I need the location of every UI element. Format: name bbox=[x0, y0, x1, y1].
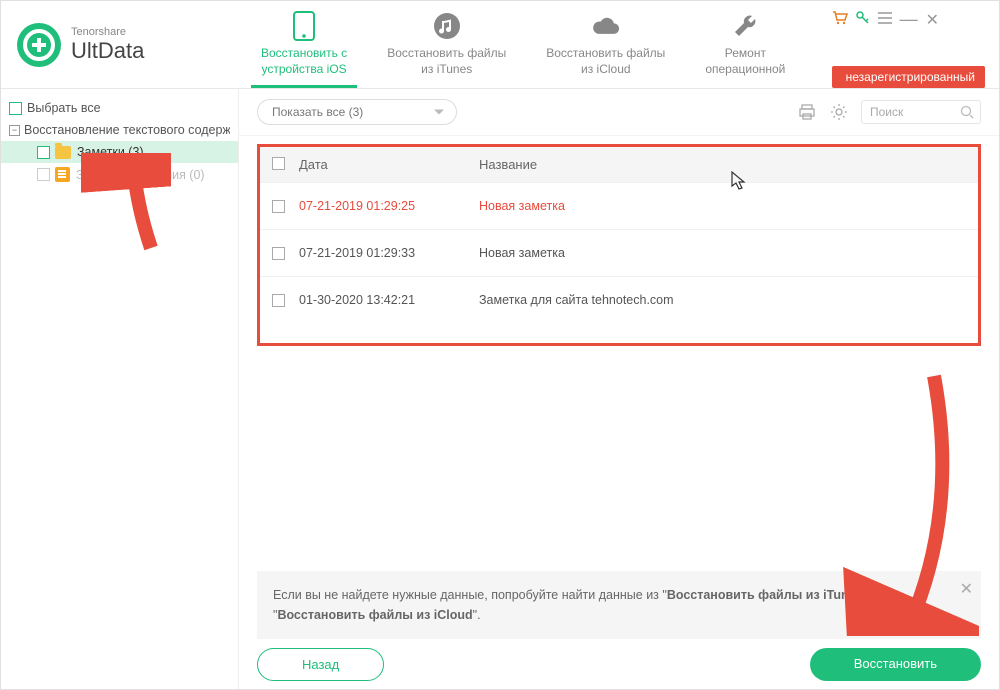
recover-button[interactable]: Восстановить bbox=[810, 648, 981, 681]
checkbox[interactable] bbox=[37, 146, 50, 159]
minimize-icon[interactable]: — bbox=[900, 9, 918, 30]
checkbox[interactable] bbox=[9, 102, 22, 115]
sidebar-select-all[interactable]: Выбрать все bbox=[1, 97, 238, 119]
sidebar: Выбрать все − Восстановление текстового … bbox=[1, 89, 239, 689]
filter-dropdown[interactable]: Показать все (3) bbox=[257, 99, 457, 125]
phone-icon bbox=[290, 12, 318, 40]
brand-company: Tenorshare bbox=[71, 26, 144, 38]
tab-label: Восстановить файлы из iCloud bbox=[546, 46, 665, 77]
sidebar-label: Выбрать все bbox=[27, 101, 101, 115]
music-icon bbox=[433, 12, 461, 40]
tab-recover-ios[interactable]: Восстановить с устройства iOS bbox=[241, 1, 367, 88]
col-header-date[interactable]: Дата bbox=[299, 157, 479, 172]
brand-product: UltData bbox=[71, 38, 144, 64]
hint-link-itunes[interactable]: Восстановить файлы из iTunes bbox=[667, 588, 863, 602]
hint-banner: ✕ Если вы не найдете нужные данные, попр… bbox=[257, 571, 981, 639]
tab-recover-icloud[interactable]: Восстановить файлы из iCloud bbox=[526, 1, 685, 88]
gear-icon[interactable] bbox=[829, 102, 849, 122]
close-icon[interactable]: ✕ bbox=[926, 10, 939, 30]
search-icon bbox=[960, 105, 974, 119]
sidebar-group-text[interactable]: − Восстановление текстового содержимо bbox=[1, 119, 238, 141]
menu-icon[interactable] bbox=[878, 12, 892, 27]
col-header-title[interactable]: Название bbox=[479, 157, 966, 172]
cell-title: Заметка для сайта tehnotech.com bbox=[479, 293, 966, 307]
cell-title: Новая заметка bbox=[479, 246, 966, 260]
sidebar-label: Восстановление текстового содержимо bbox=[24, 123, 230, 137]
checkbox-all[interactable] bbox=[272, 157, 285, 170]
cell-title: Новая заметка bbox=[479, 199, 966, 213]
sidebar-label: Заметки Вложения (0) bbox=[76, 168, 205, 182]
back-button[interactable]: Назад bbox=[257, 648, 384, 681]
hint-text: Если вы не найдете нужные данные, попроб… bbox=[273, 588, 667, 602]
logo-icon bbox=[17, 23, 61, 67]
sidebar-item-attachments[interactable]: Заметки Вложения (0) bbox=[1, 163, 238, 186]
tab-recover-itunes[interactable]: Восстановить файлы из iTunes bbox=[367, 1, 526, 88]
sidebar-label: Заметки (3) bbox=[77, 145, 144, 159]
cart-icon[interactable] bbox=[832, 11, 848, 28]
cell-date: 07-21-2019 01:29:33 bbox=[299, 246, 479, 260]
tab-label: Ремонт операционной bbox=[705, 46, 785, 77]
folder-icon bbox=[55, 146, 71, 159]
checkbox[interactable] bbox=[272, 247, 285, 260]
dropdown-label: Показать все (3) bbox=[272, 105, 363, 119]
results-table: Дата Название 07-21-2019 01:29:25 Новая … bbox=[257, 144, 981, 346]
cloud-icon bbox=[592, 12, 620, 40]
tab-repair-os[interactable]: Ремонт операционной bbox=[685, 1, 805, 88]
search-input[interactable]: Поиск bbox=[861, 100, 981, 124]
tab-label: Восстановить с устройства iOS bbox=[261, 46, 347, 77]
close-icon[interactable]: ✕ bbox=[960, 577, 973, 603]
search-placeholder: Поиск bbox=[870, 105, 903, 119]
checkbox[interactable] bbox=[272, 294, 285, 307]
badge-unregistered: незарегистрированный bbox=[832, 66, 985, 88]
cell-date: 01-30-2020 13:42:21 bbox=[299, 293, 479, 307]
hint-link-icloud[interactable]: Восстановить файлы из iCloud bbox=[277, 608, 472, 622]
tab-label: Восстановить файлы из iTunes bbox=[387, 46, 506, 77]
hint-text: ". bbox=[473, 608, 481, 622]
key-icon[interactable] bbox=[856, 11, 870, 28]
table-row[interactable]: 07-21-2019 01:29:25 Новая заметка bbox=[260, 182, 978, 229]
checkbox[interactable] bbox=[272, 200, 285, 213]
print-icon[interactable] bbox=[797, 102, 817, 122]
wrench-icon bbox=[731, 12, 759, 40]
cell-date: 07-21-2019 01:29:25 bbox=[299, 199, 479, 213]
table-row[interactable]: 01-30-2020 13:42:21 Заметка для сайта te… bbox=[260, 276, 978, 323]
table-header: Дата Название bbox=[260, 147, 978, 182]
app-logo: Tenorshare UltData bbox=[1, 23, 241, 67]
attachment-icon bbox=[55, 167, 70, 182]
sidebar-item-notes[interactable]: Заметки (3) bbox=[1, 141, 238, 163]
expander-icon[interactable]: − bbox=[9, 125, 20, 136]
table-row[interactable]: 07-21-2019 01:29:33 Новая заметка bbox=[260, 229, 978, 276]
checkbox[interactable] bbox=[37, 168, 50, 181]
cursor-icon bbox=[731, 171, 747, 191]
